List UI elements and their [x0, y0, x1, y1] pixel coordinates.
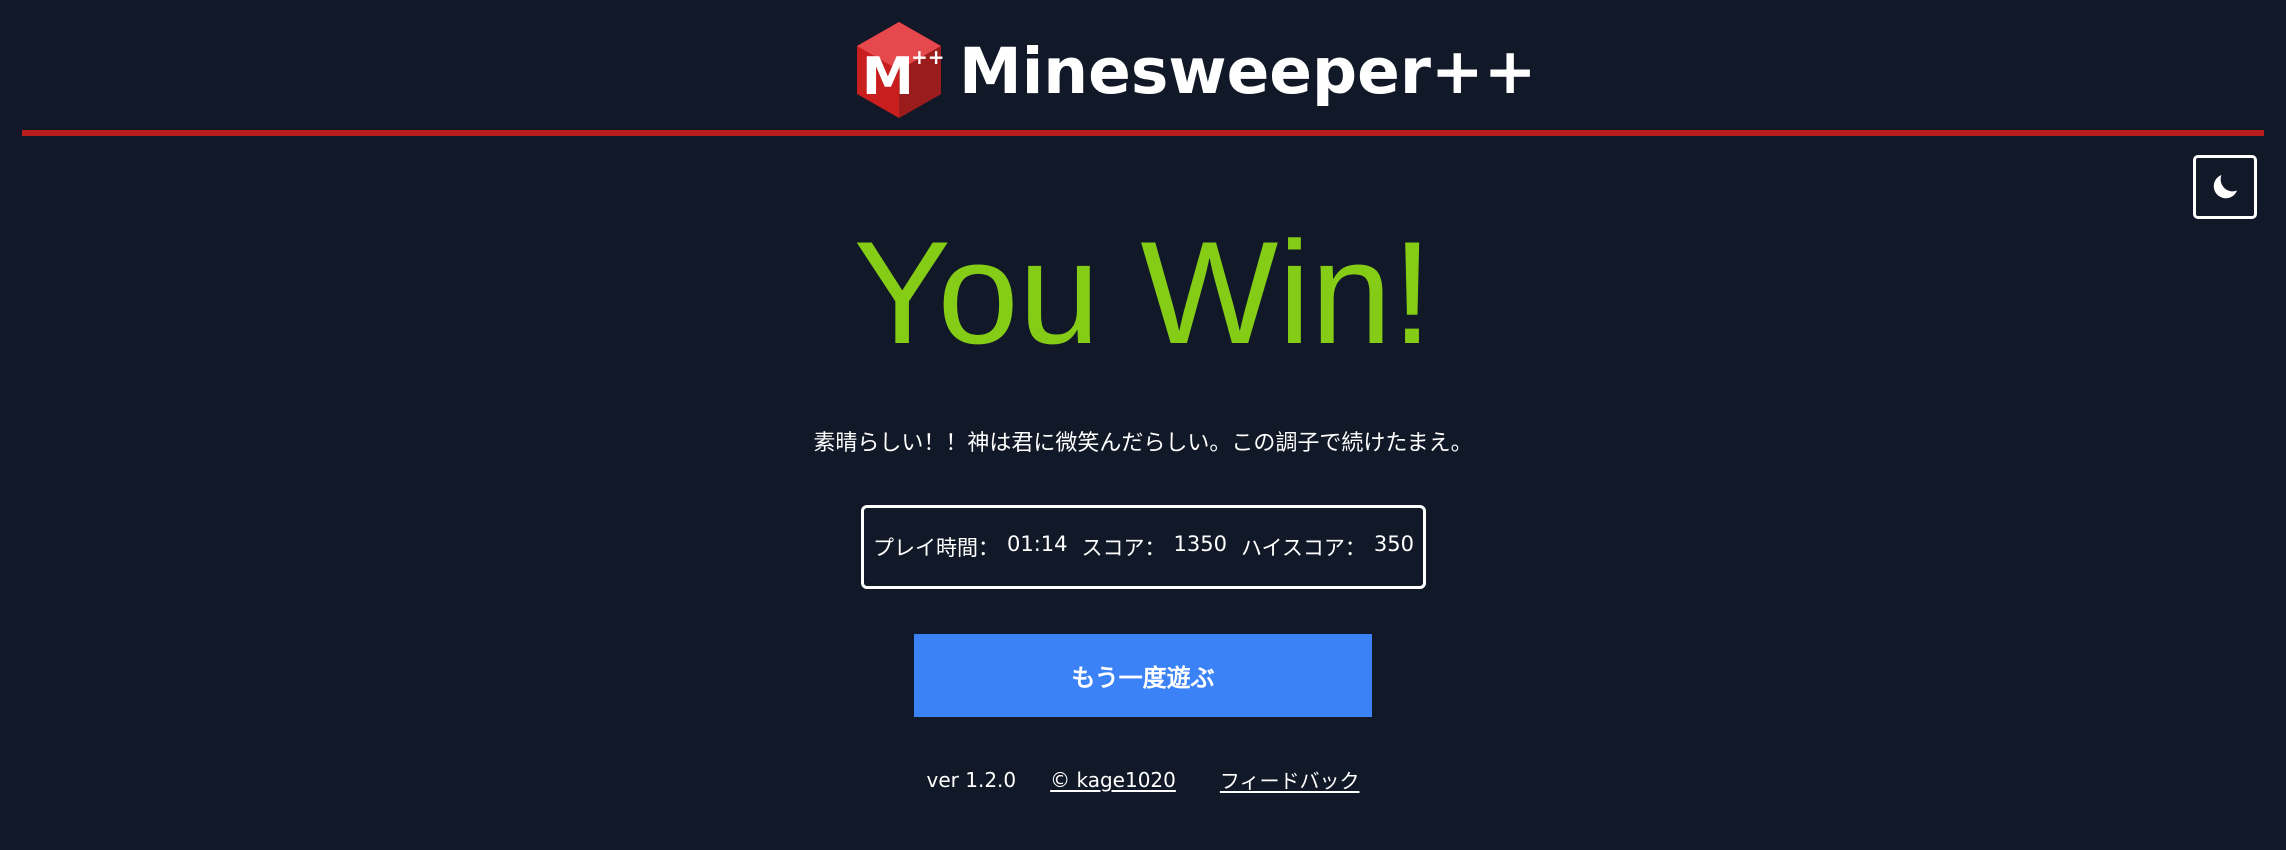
copyright-link[interactable]: © kage1020 — [1050, 768, 1176, 792]
score-value: 1350 — [1173, 532, 1227, 556]
play-time-label: プレイ時間： — [872, 536, 999, 560]
play-time-value: 01:14 — [1006, 532, 1068, 556]
play-time-stat: プレイ時間： 01:14 — [873, 532, 1068, 562]
score-stat: スコア： 1350 — [1082, 532, 1227, 562]
win-message: 素晴らしい！！神は君に微笑んだらしい。この調子で続けたまえ。 — [813, 431, 1473, 456]
feedback-link[interactable]: フィードバック — [1220, 765, 1360, 794]
high-score-value: 350 — [1373, 532, 1415, 556]
result-panel: You Win! 素晴らしい！！神は君に微笑んだらしい。この調子で続けたまえ。 … — [0, 0, 2286, 850]
win-title: You Win! — [853, 211, 1433, 374]
footer: ver 1.2.0 © kage1020 フィードバック — [0, 765, 2286, 794]
play-again-button[interactable]: もう一度遊ぶ — [914, 634, 1372, 717]
stats-box: プレイ時間： 01:14 スコア： 1350 ハイスコア： 350 — [861, 505, 1426, 589]
score-label: スコア： — [1081, 536, 1166, 560]
high-score-label: ハイスコア： — [1240, 536, 1366, 560]
version-text: ver 1.2.0 — [926, 767, 1017, 792]
high-score-stat: ハイスコア： 350 — [1241, 532, 1414, 562]
page: M ++ Minesweeper++ You Win! 素晴らしい！！神は君に微… — [0, 0, 2286, 850]
